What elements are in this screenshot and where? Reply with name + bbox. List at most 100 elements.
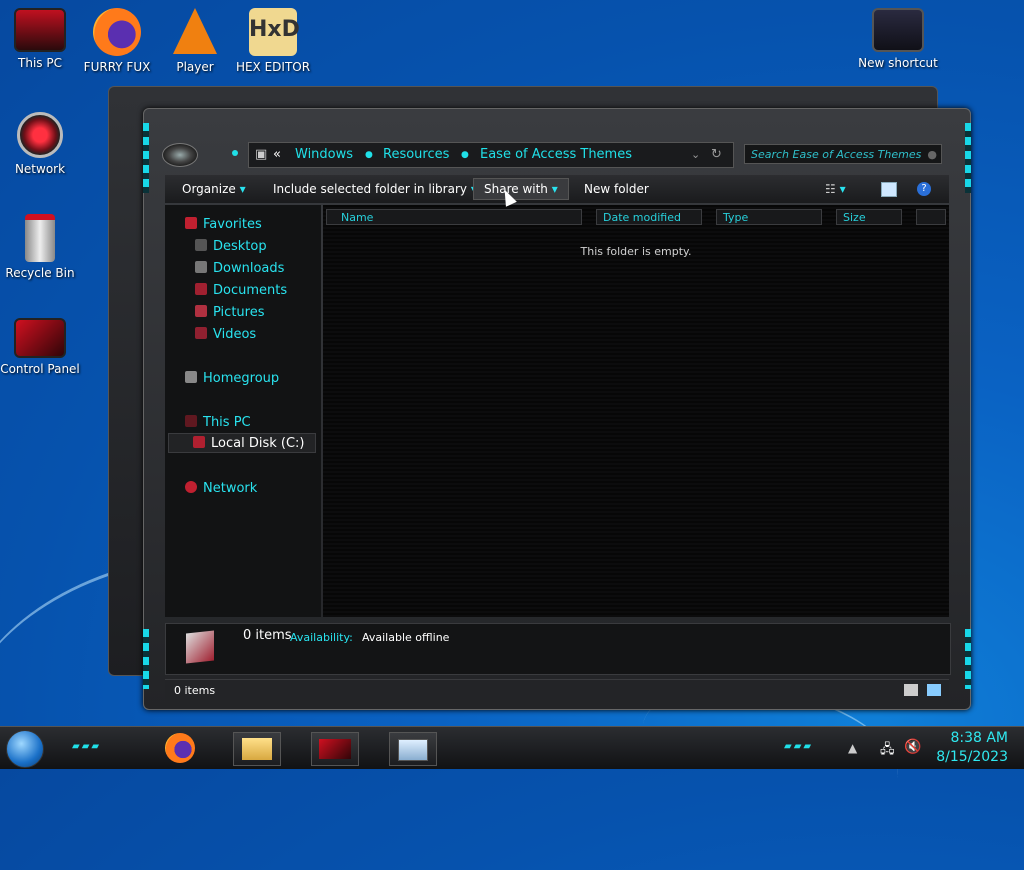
back-forward-button[interactable] (162, 143, 198, 167)
search-input[interactable]: Search Ease of Access Themes ● (744, 144, 942, 164)
taskbar-light-icon: ▰▰▰ (784, 741, 814, 752)
include-in-library-button[interactable]: Include selected folder in library ▾ (273, 182, 477, 196)
organize-button[interactable]: Organize ▾ (182, 182, 246, 196)
videos-icon (195, 327, 207, 339)
folder-preview-icon (186, 630, 214, 664)
column-header-extra[interactable] (916, 209, 946, 225)
control-panel-taskbar-button[interactable] (311, 732, 359, 766)
command-bar: Organize ▾ Include selected folder in li… (165, 175, 949, 203)
nav-label: This PC (203, 415, 251, 430)
taskbar: ▰▰▰ ▰▰▰ ▲ 🖧 🔇 8:38 AM 8/15/2023 (0, 726, 1024, 769)
nav-videos[interactable]: Videos (195, 327, 256, 342)
status-item-count: 0 items (174, 684, 216, 697)
icon-label: FURRY FUX (83, 60, 151, 74)
desktop-icon-network[interactable]: Network (0, 112, 80, 176)
overflow-chevron-icon[interactable]: « (273, 143, 281, 167)
column-header-size[interactable]: Size (836, 209, 902, 225)
icon-label: New shortcut (858, 56, 938, 70)
chevron-down-icon: ▾ (239, 182, 246, 196)
new-folder-button[interactable]: New folder (584, 182, 649, 196)
nav-pictures[interactable]: Pictures (195, 305, 264, 320)
frame-light (143, 123, 149, 193)
column-header-date-modified[interactable]: Date modified (596, 209, 702, 225)
folder-icon (242, 738, 272, 760)
nav-label: Desktop (213, 239, 267, 254)
start-orb-icon[interactable] (6, 730, 44, 768)
chevron-down-icon: ▾ (551, 182, 558, 196)
icon-label: Player (176, 60, 214, 74)
desktop-icon-player[interactable]: Player (155, 8, 235, 74)
hex-editor-icon: HxD (249, 8, 300, 56)
view-options-icon[interactable]: ☷ ▾ (825, 182, 846, 196)
nav-label: Downloads (213, 261, 285, 276)
share-with-button[interactable]: Share with ▾ (473, 178, 569, 200)
search-icon[interactable]: ● (927, 145, 937, 165)
availability-value: Available offline (362, 631, 450, 644)
volume-muted-icon[interactable]: 🔇 (904, 739, 921, 755)
column-header-type[interactable]: Type (716, 209, 822, 225)
include-label: Include selected folder in library (273, 182, 467, 196)
frame-light (965, 629, 971, 689)
star-icon (185, 217, 197, 229)
taskbar-light-icon: ▰▰▰ (72, 741, 102, 752)
preview-pane-icon[interactable] (881, 182, 897, 197)
nav-network[interactable]: Network (185, 481, 257, 496)
frame-light (143, 629, 149, 689)
monitor-icon (14, 8, 66, 52)
organize-label: Organize (182, 182, 236, 196)
nav-label: Local Disk (C:) (211, 436, 305, 451)
downloads-icon (195, 261, 207, 273)
desktop-icon-furry-fux[interactable]: FURRY FUX (77, 8, 157, 74)
nav-documents[interactable]: Documents (195, 283, 287, 298)
desktop-icon-recycle-bin[interactable]: Recycle Bin (0, 214, 80, 280)
firefox-icon (93, 8, 141, 56)
desktop-icon (195, 239, 207, 251)
share-label: Share with (484, 182, 548, 196)
breadcrumb-ease-of-access[interactable]: Ease of Access Themes (480, 143, 632, 167)
network-tray-icon[interactable]: 🖧 (880, 740, 895, 762)
nav-homegroup[interactable]: Homegroup (185, 371, 279, 386)
explorer-taskbar-button[interactable] (233, 732, 281, 766)
icon-label: Control Panel (0, 362, 80, 376)
explorer-window: ▣ « Windows ● Resources ● Ease of Access… (143, 108, 971, 710)
clock-date: 8/15/2023 (936, 749, 1008, 765)
address-bar[interactable]: ▣ « Windows ● Resources ● Ease of Access… (248, 142, 734, 168)
show-hidden-icons-icon[interactable]: ▲ (848, 741, 857, 755)
monitor-taskbar-button[interactable] (389, 732, 437, 766)
control-panel-icon (319, 739, 351, 759)
nav-label: Favorites (203, 217, 262, 232)
nav-local-disk[interactable]: Local Disk (C:) (168, 433, 316, 453)
desktop-icon-new-shortcut[interactable]: New shortcut (856, 8, 940, 70)
breadcrumb-windows[interactable]: Windows (295, 143, 353, 167)
desktop-icon-control-panel[interactable]: Control Panel (0, 318, 80, 376)
availability-label: Availability: (290, 631, 353, 644)
icon-label: This PC (18, 56, 62, 70)
details-pane: 0 items Availability: Available offline (165, 623, 951, 675)
system-clock[interactable]: 8:38 AM 8/15/2023 (936, 729, 1008, 767)
nav-desktop[interactable]: Desktop (195, 239, 267, 254)
large-icons-view-icon[interactable] (927, 684, 941, 696)
history-dropdown-icon[interactable]: ⌄ (691, 143, 700, 167)
icon-label: Network (14, 162, 66, 176)
breadcrumb-resources[interactable]: Resources (383, 143, 449, 167)
details-view-icon[interactable] (904, 684, 918, 696)
firefox-taskbar-icon[interactable] (165, 733, 195, 763)
frame-light (965, 123, 971, 193)
help-icon[interactable]: ? (917, 182, 931, 196)
desktop-icon-this-pc[interactable]: This PC (0, 8, 80, 70)
clock-time: 8:38 AM (950, 730, 1008, 746)
network-icon (185, 481, 197, 493)
item-count: 0 items (243, 628, 292, 643)
breadcrumb-separator-icon[interactable]: ● (461, 143, 469, 167)
file-list[interactable]: Name Date modified Type Size This folder… (323, 205, 949, 617)
refresh-icon[interactable]: ↻ (711, 143, 722, 167)
column-header-name[interactable]: Name (326, 209, 582, 225)
nav-favorites[interactable]: Favorites (185, 217, 262, 232)
desktop-icon-hex-editor[interactable]: HxD HEX EDITOR (233, 8, 313, 74)
nav-downloads[interactable]: Downloads (195, 261, 284, 276)
control-panel-icon (14, 318, 66, 358)
pictures-icon (195, 305, 207, 317)
breadcrumb-separator-icon[interactable]: ● (365, 143, 373, 167)
icon-label: HEX EDITOR (235, 60, 311, 74)
nav-this-pc[interactable]: This PC (185, 415, 251, 430)
